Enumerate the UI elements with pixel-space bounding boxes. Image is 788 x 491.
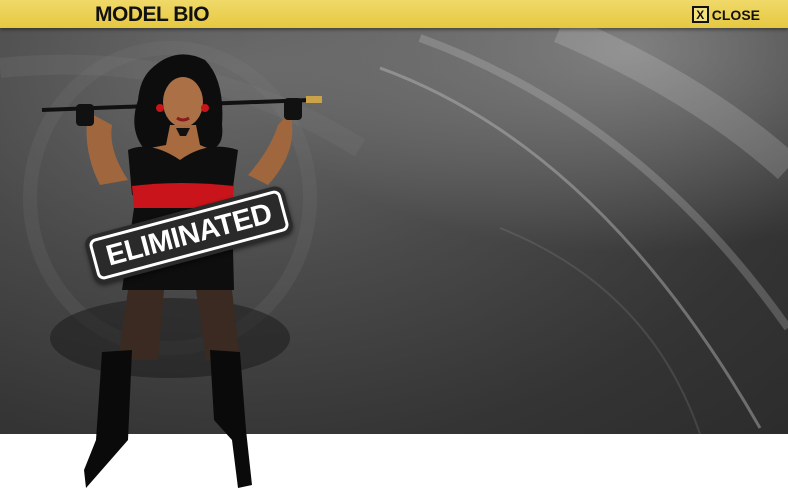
left-boot: [84, 350, 132, 488]
baton-tip: [306, 96, 322, 103]
right-arm: [248, 112, 293, 185]
right-glove: [284, 98, 302, 120]
left-leg: [118, 290, 164, 360]
right-boot: [210, 350, 252, 488]
right-leg: [196, 290, 240, 360]
close-button[interactable]: X CLOSE: [691, 6, 760, 23]
close-label[interactable]: CLOSE: [712, 7, 760, 23]
close-icon[interactable]: X: [691, 6, 709, 23]
header-bar: MODEL BIO X CLOSE: [0, 0, 788, 28]
page-title: MODEL BIO: [95, 3, 210, 26]
left-glove: [76, 104, 94, 126]
